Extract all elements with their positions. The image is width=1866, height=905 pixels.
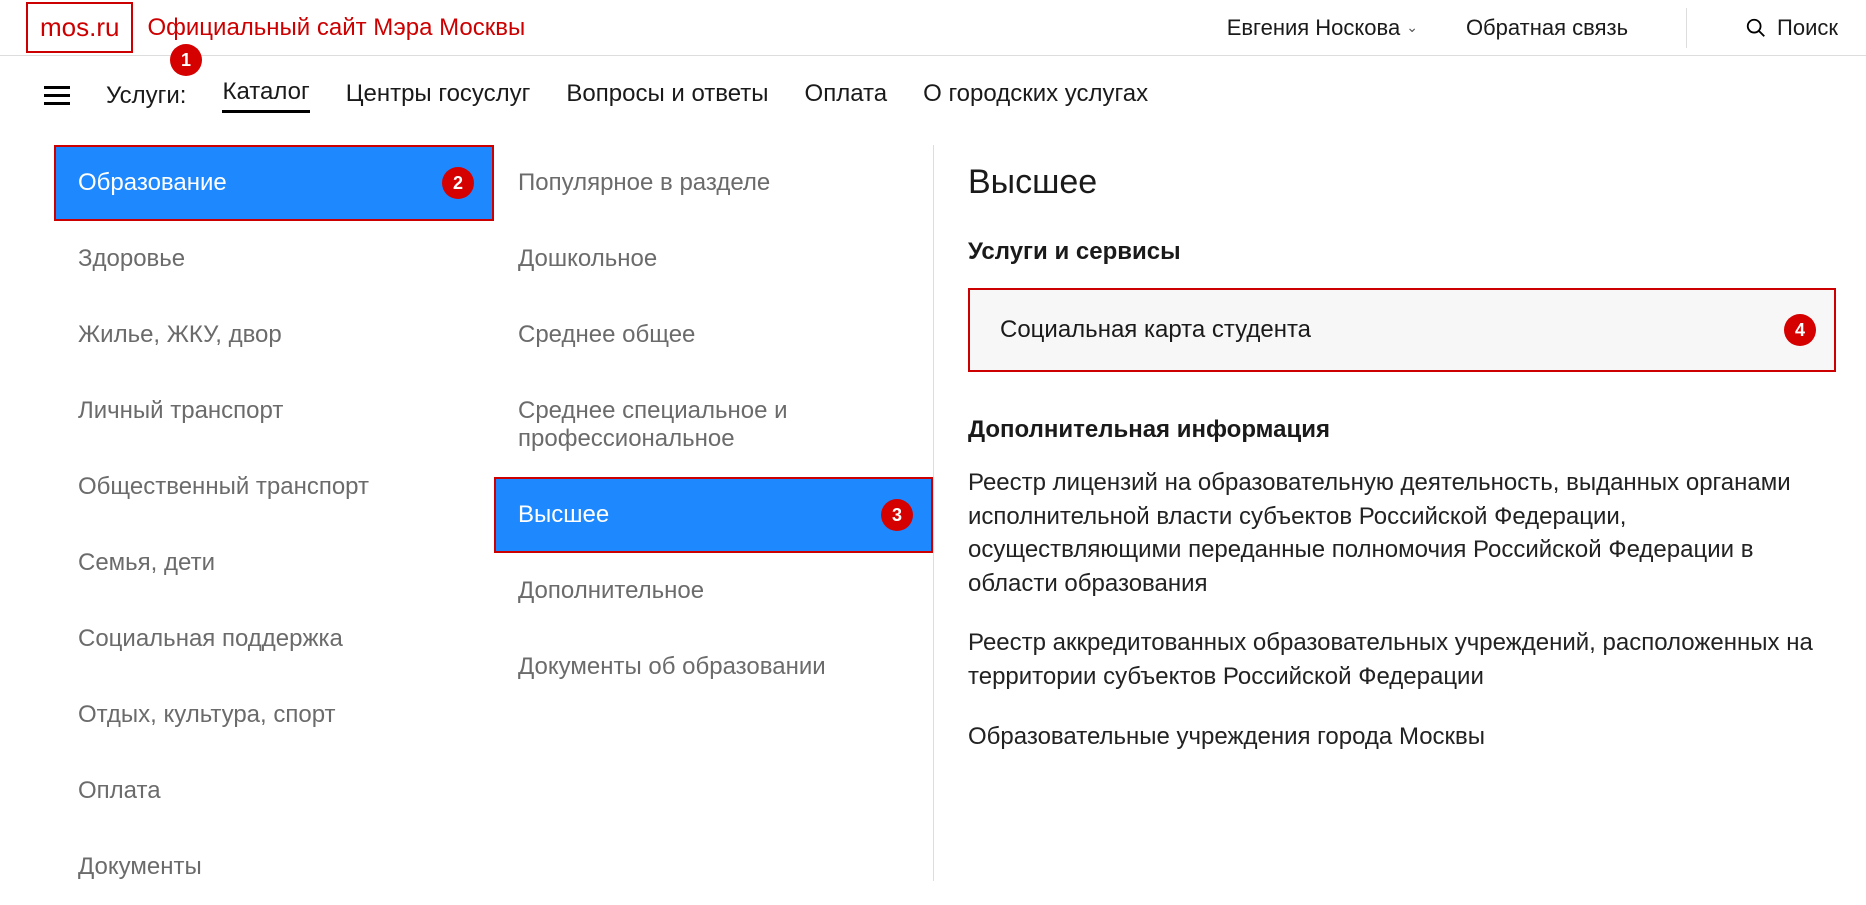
sub-additional[interactable]: Дополнительное (494, 553, 933, 629)
user-name: Евгения Носкова (1227, 15, 1401, 41)
nav-item-faq[interactable]: Вопросы и ответы (566, 80, 768, 112)
step-badge-1: 1 (170, 44, 202, 76)
nav-section-label: Услуги: (106, 82, 186, 110)
chevron-down-icon: ⌄ (1406, 19, 1418, 36)
service-label: Социальная карта студента (1000, 316, 1311, 343)
feedback-link[interactable]: Обратная связь (1466, 15, 1628, 41)
cat-social[interactable]: Социальная поддержка (54, 601, 494, 677)
divider (1686, 8, 1687, 48)
nav-item-centers[interactable]: Центры госуслуг (346, 80, 531, 112)
step-badge-2: 2 (442, 167, 474, 199)
sub-label: Высшее (518, 501, 609, 528)
user-dropdown[interactable]: Евгения Носкова ⌄ (1227, 15, 1418, 41)
nav-item-catalog[interactable]: Каталог (222, 78, 309, 113)
step-badge-4: 4 (1784, 314, 1816, 346)
additional-heading: Дополнительная информация (968, 416, 1836, 444)
cat-family[interactable]: Семья, дети (54, 525, 494, 601)
search-label: Поиск (1777, 15, 1838, 41)
sub-vocational[interactable]: Среднее специальное и профессиональное (494, 373, 933, 477)
cat-health[interactable]: Здоровье (54, 221, 494, 297)
cat-personal-transport[interactable]: Личный транспорт (54, 373, 494, 449)
sub-edudocs[interactable]: Документы об образовании (494, 629, 933, 705)
site-tagline: Официальный сайт Мэра Москвы (147, 14, 1226, 42)
cat-documents[interactable]: Документы (54, 829, 494, 905)
nav-item-about[interactable]: О городских услугах (923, 80, 1148, 112)
header-right: Евгения Носкова ⌄ Обратная связь Поиск (1227, 8, 1838, 48)
cat-public-transport[interactable]: Общественный транспорт (54, 449, 494, 525)
hamburger-icon[interactable] (44, 86, 70, 105)
step-badge-3: 3 (881, 499, 913, 531)
detail-column: Высшее Услуги и сервисы Социальная карта… (934, 145, 1866, 881)
info-licenses[interactable]: Реестр лицензий на образовательную деяте… (968, 466, 1836, 600)
top-header: mos.ru Официальный сайт Мэра Москвы Евге… (0, 0, 1866, 56)
search-link[interactable]: Поиск (1745, 15, 1838, 41)
sub-popular[interactable]: Популярное в разделе (494, 145, 933, 221)
subcategory-column: Популярное в разделе Дошкольное Среднее … (494, 145, 934, 881)
cat-leisure[interactable]: Отдых, культура, спорт (54, 677, 494, 753)
nav-item-payment[interactable]: Оплата (805, 80, 888, 112)
site-logo[interactable]: mos.ru (26, 2, 133, 53)
sub-higher[interactable]: Высшее 3 (494, 477, 933, 553)
cat-housing[interactable]: Жилье, ЖКУ, двор (54, 297, 494, 373)
services-heading: Услуги и сервисы (968, 238, 1836, 266)
sub-secondary[interactable]: Среднее общее (494, 297, 933, 373)
search-icon (1745, 17, 1767, 39)
catalog-columns: Образование 2 Здоровье Жилье, ЖКУ, двор … (0, 131, 1866, 881)
cat-education[interactable]: Образование 2 (54, 145, 494, 221)
category-column: Образование 2 Здоровье Жилье, ЖКУ, двор … (54, 145, 494, 881)
cat-label: Образование (78, 169, 227, 196)
main-nav: Услуги: Каталог Центры госуслуг Вопросы … (0, 56, 1866, 131)
detail-title: Высшее (968, 163, 1836, 202)
info-accredited[interactable]: Реестр аккредитованных образовательных у… (968, 626, 1836, 693)
sub-preschool[interactable]: Дошкольное (494, 221, 933, 297)
info-moscow-edu[interactable]: Образовательные учреждения города Москвы (968, 720, 1836, 754)
service-student-card[interactable]: Социальная карта студента 4 (968, 288, 1836, 372)
cat-payment[interactable]: Оплата (54, 753, 494, 829)
